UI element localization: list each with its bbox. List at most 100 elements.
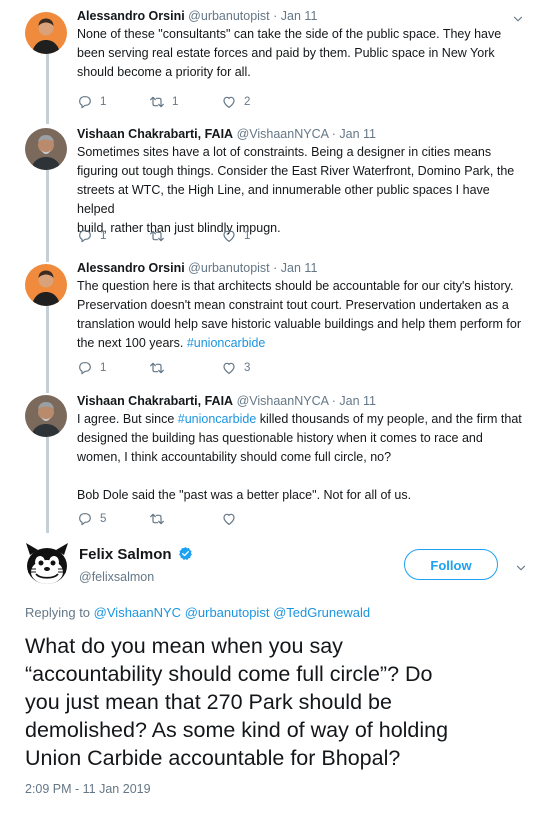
retweet-icon [149, 228, 165, 244]
reply-count: 1 [100, 230, 107, 242]
follow-button[interactable]: Follow [404, 549, 498, 580]
retweet-button[interactable] [149, 228, 221, 244]
reply-icon [77, 228, 93, 244]
text-line: women, I think accountability should com… [77, 450, 392, 464]
text-segment: the next 100 years. [77, 336, 184, 350]
avatar[interactable] [25, 12, 67, 54]
heart-icon [221, 228, 237, 244]
text-line: streets at WTC, the High Line, and innum… [77, 183, 490, 216]
tweet-timestamp[interactable]: 2:09 PM - 11 Jan 2019 [25, 782, 151, 796]
text-line: the next 100 years. #unioncarbide [77, 334, 527, 353]
retweet-button[interactable] [149, 360, 221, 376]
replying-label: Replying to [25, 605, 91, 620]
text-line: Union Carbide accountable for Bhopal? [25, 746, 401, 770]
text-line: demolished? As some kind of way of holdi… [25, 718, 449, 742]
text-line: I agree. But since #unioncarbide killed … [77, 410, 527, 429]
thread-line [46, 42, 49, 124]
text-line: Preservation doesn't mean constraint tou… [77, 298, 509, 312]
action-bar: 5 [77, 511, 293, 527]
tweet-date[interactable]: · Jan 11 [273, 9, 317, 23]
tweet-header: Vishaan Chakrabarti, FAIA @VishaanNYCA ·… [77, 126, 527, 142]
like-count: 1 [244, 230, 251, 242]
reply-count: 1 [100, 96, 107, 108]
mention-link[interactable]: @urbanutopist [185, 605, 270, 620]
mention-link[interactable]: @VishaanNYC [94, 605, 181, 620]
hashtag-link[interactable]: #unioncarbide [187, 336, 266, 350]
author-name[interactable]: Alessandro Orsini [77, 9, 185, 23]
avatar[interactable] [25, 395, 67, 437]
text-line: translation would help save historic val… [77, 317, 522, 331]
action-bar: 1 3 [77, 360, 293, 376]
retweet-count: 1 [172, 96, 179, 108]
tweet-date[interactable]: · Jan 11 [273, 261, 317, 275]
text-segment: killed thousands of my people, and the f… [256, 412, 522, 426]
reply-count: 1 [100, 362, 107, 374]
tweet-header: Alessandro Orsini @urbanutopist · Jan 11 [77, 260, 527, 276]
text-line: Bob Dole said the "past was a better pla… [77, 488, 412, 502]
focal-author: Felix Salmon [79, 546, 193, 564]
avatar[interactable] [25, 128, 67, 170]
text-segment: I agree. But since [77, 412, 178, 426]
tweet-header: Vishaan Chakrabarti, FAIA @VishaanNYCA ·… [77, 393, 527, 409]
retweet-icon [149, 511, 165, 527]
reply-button[interactable]: 1 [77, 360, 149, 376]
like-button[interactable]: 2 [221, 94, 293, 110]
text-line: The question here is that architects sho… [77, 279, 514, 293]
text-line: “accountability should come full circle”… [25, 662, 433, 686]
heart-icon [221, 360, 237, 376]
author-handle[interactable]: @felixsalmon [79, 570, 154, 584]
author-handle[interactable]: @VishaanNYCA [237, 394, 329, 408]
reply-button[interactable]: 1 [77, 94, 149, 110]
reply-icon [77, 511, 93, 527]
verified-badge-icon [179, 546, 192, 561]
author-name[interactable]: Vishaan Chakrabarti, FAIA [77, 394, 233, 408]
text-line: figuring out tough things. Consider the … [77, 164, 515, 178]
thread-line [46, 437, 49, 533]
text-line: been serving real estate forces and paid… [77, 46, 495, 60]
text-line: Sometimes sites have a lot of constraint… [77, 145, 492, 159]
avatar[interactable] [22, 541, 72, 591]
action-bar: 1 1 [77, 228, 293, 244]
text-line: None of these "consultants" can take the… [77, 27, 502, 41]
chevron-down-icon[interactable] [511, 12, 525, 26]
author-name[interactable]: Vishaan Chakrabarti, FAIA [77, 127, 233, 141]
reply-button[interactable]: 5 [77, 511, 149, 527]
retweet-icon [149, 94, 165, 110]
tweet-text: None of these "consultants" can take the… [77, 25, 527, 82]
reply-icon [77, 360, 93, 376]
tweet-header: Alessandro Orsini @urbanutopist · Jan 11 [77, 8, 527, 24]
retweet-button[interactable] [149, 511, 221, 527]
author-handle[interactable]: @urbanutopist [188, 9, 270, 23]
hashtag-link[interactable]: #unioncarbide [178, 412, 257, 426]
author-name[interactable]: Felix Salmon [79, 546, 172, 563]
heart-icon [221, 511, 237, 527]
tweet-text: The question here is that architects sho… [77, 277, 527, 353]
retweet-button[interactable]: 1 [149, 94, 221, 110]
cat-avatar-icon [26, 543, 68, 584]
like-button[interactable]: 1 [221, 228, 293, 244]
chevron-down-icon[interactable] [514, 561, 528, 575]
like-count: 2 [244, 96, 251, 108]
heart-icon [221, 94, 237, 110]
tweet-date[interactable]: · Jan 11 [332, 394, 376, 408]
tweet-date[interactable]: · Jan 11 [332, 127, 376, 141]
author-handle[interactable]: @urbanutopist [188, 261, 270, 275]
text-line: should become a priority for all. [77, 65, 251, 79]
retweet-icon [149, 360, 165, 376]
reply-count: 5 [100, 513, 107, 525]
tweet-text: Sometimes sites have a lot of constraint… [77, 143, 527, 238]
author-name[interactable]: Alessandro Orsini [77, 261, 185, 275]
reply-button[interactable]: 1 [77, 228, 149, 244]
text-line: What do you mean when you say [25, 634, 343, 658]
replying-to: Replying to @VishaanNYC @urbanutopist @T… [25, 605, 370, 620]
like-button[interactable]: 3 [221, 360, 293, 376]
thread-line [46, 305, 49, 393]
avatar[interactable] [25, 264, 67, 306]
thread-line [46, 170, 49, 262]
mention-link[interactable]: @TedGrunewald [273, 605, 370, 620]
like-button[interactable] [221, 511, 293, 527]
author-handle[interactable]: @VishaanNYCA [237, 127, 329, 141]
tweet-text: I agree. But since #unioncarbide killed … [77, 410, 527, 505]
action-bar: 1 1 2 [77, 94, 293, 110]
reply-icon [77, 94, 93, 110]
